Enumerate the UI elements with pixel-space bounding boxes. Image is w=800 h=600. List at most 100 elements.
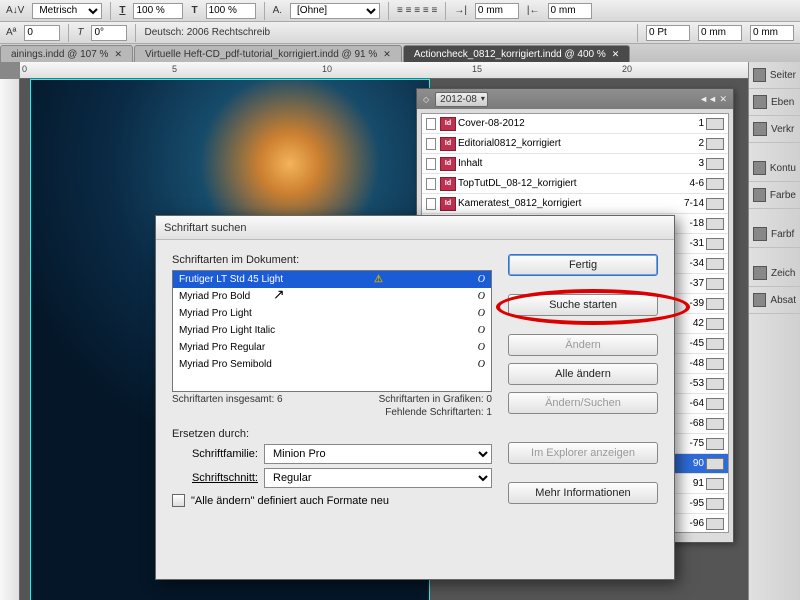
spread-icon bbox=[706, 218, 724, 230]
book-document-row[interactable]: IdInhalt3 bbox=[422, 154, 728, 174]
page-range: 4-6 bbox=[672, 178, 706, 189]
font-row[interactable]: Myriad Pro SemiboldO bbox=[173, 356, 491, 373]
unit-select[interactable]: Metrisch bbox=[32, 3, 102, 19]
spread-icon bbox=[706, 318, 724, 330]
lang-label: Deutsch: 2006 Rechtschreib bbox=[144, 27, 270, 38]
replace-with-label: Ersetzen durch: bbox=[172, 428, 492, 440]
ruler-mark: 10 bbox=[322, 64, 332, 74]
spread-icon bbox=[706, 458, 724, 470]
spread-icon bbox=[706, 378, 724, 390]
spread-icon bbox=[706, 198, 724, 210]
reveal-button[interactable]: Im Explorer anzeigen bbox=[508, 442, 658, 464]
book-document-row[interactable]: IdTopTutDL_08-12_korrigiert4-6 bbox=[422, 174, 728, 194]
redefine-styles-checkbox[interactable] bbox=[172, 494, 185, 507]
font-style-label: Schriftschnitt: bbox=[172, 472, 258, 484]
book-document-row[interactable]: IdCover-08-20121 bbox=[422, 114, 728, 134]
ruler-mark: 0 bbox=[22, 64, 27, 74]
dock-label: Zeich bbox=[771, 268, 795, 279]
font-row[interactable]: Frutiger LT Std 45 Light⚠O bbox=[173, 271, 491, 288]
font-style-select[interactable]: Regular bbox=[264, 468, 492, 488]
book-document-row[interactable]: IdKameratest_0812_korrigiert7-14 bbox=[422, 194, 728, 214]
dock-label: Kontu bbox=[770, 163, 796, 174]
dock-panel-button[interactable]: Verkr bbox=[749, 116, 800, 143]
document-tab[interactable]: Actioncheck_0812_korrigiert.indd @ 400 %… bbox=[403, 45, 630, 63]
redefine-styles-label: "Alle ändern" definiert auch Formate neu bbox=[191, 495, 389, 507]
more-info-button[interactable]: Mehr Informationen bbox=[508, 482, 658, 504]
page-range: 3 bbox=[672, 158, 706, 169]
dock-panel-button[interactable]: Farbf bbox=[749, 221, 800, 248]
spread-icon bbox=[706, 158, 724, 170]
baseline[interactable] bbox=[24, 25, 60, 41]
space-after[interactable] bbox=[750, 25, 794, 41]
opentype-icon: O bbox=[478, 359, 485, 370]
dock-panel-button[interactable]: Eben bbox=[749, 89, 800, 116]
dock-panel-button[interactable]: Seiter bbox=[749, 62, 800, 89]
page-range: -75 bbox=[672, 438, 706, 449]
book-panel-header[interactable]: ◇ 2012-08 ◄◄ ✕ bbox=[417, 89, 733, 109]
font-name: Myriad Pro Bold bbox=[179, 291, 250, 302]
page-range: -64 bbox=[672, 398, 706, 409]
page-range: -18 bbox=[672, 218, 706, 229]
close-icon[interactable]: ✕ bbox=[383, 49, 391, 59]
dock-panel-button[interactable]: Zeich bbox=[749, 260, 800, 287]
page-range: 7-14 bbox=[672, 198, 706, 209]
sync-icon bbox=[426, 138, 436, 150]
font-row[interactable]: Myriad Pro RegularO bbox=[173, 339, 491, 356]
page-range: -96 bbox=[672, 518, 706, 529]
page-range: 42 bbox=[672, 318, 706, 329]
fonts-total-label: Schriftarten insgesamt: 6 bbox=[172, 394, 283, 405]
align-icons[interactable]: ≡ ≡ ≡ ≡ ≡ bbox=[397, 5, 437, 16]
skew[interactable] bbox=[91, 25, 127, 41]
book-title-dropdown[interactable]: 2012-08 bbox=[435, 92, 488, 107]
dock-label: Farbf bbox=[771, 229, 794, 240]
find-font-dialog: Schriftart suchen Schriftarten im Dokume… bbox=[155, 215, 675, 580]
indent-r[interactable] bbox=[548, 3, 592, 19]
font-row[interactable]: Myriad Pro Light ItalicO bbox=[173, 322, 491, 339]
dock-panel-button[interactable]: Absat bbox=[749, 287, 800, 314]
page-range: -68 bbox=[672, 418, 706, 429]
ruler-mark: 15 bbox=[472, 64, 482, 74]
panel-icon bbox=[753, 188, 766, 202]
opentype-icon: O bbox=[478, 274, 485, 285]
indesign-doc-icon: Id bbox=[440, 157, 456, 171]
dialog-titlebar[interactable]: Schriftart suchen bbox=[156, 216, 674, 240]
document-tab[interactable]: Virtuelle Heft-CD_pdf-tutorial_korrigier… bbox=[134, 45, 402, 63]
change-find-button[interactable]: Ändern/Suchen bbox=[508, 392, 658, 414]
done-button[interactable]: Fertig bbox=[508, 254, 658, 276]
dock-panel-button[interactable]: Farbe bbox=[749, 182, 800, 209]
dock-label: Farbe bbox=[770, 190, 796, 201]
font-row[interactable]: Myriad Pro LightO bbox=[173, 305, 491, 322]
fonts-missing-label: Fehlende Schriftarten: 1 bbox=[385, 407, 492, 418]
spread-icon bbox=[706, 498, 724, 510]
space-before[interactable] bbox=[646, 25, 690, 41]
char-style-select[interactable]: [Ohne] bbox=[290, 3, 380, 19]
book-document-row[interactable]: IdEditorial0812_korrigiert2 bbox=[422, 134, 728, 154]
scale-v[interactable] bbox=[206, 3, 256, 19]
font-listbox[interactable]: Frutiger LT Std 45 Light⚠OMyriad Pro Bol… bbox=[172, 270, 492, 392]
close-icon[interactable]: ✕ bbox=[612, 49, 620, 59]
dock-label: Eben bbox=[771, 97, 794, 108]
indent-l[interactable] bbox=[475, 3, 519, 19]
font-name: Myriad Pro Light bbox=[179, 308, 252, 319]
find-button[interactable]: Suche starten bbox=[508, 294, 658, 316]
dock-label: Seiter bbox=[770, 70, 796, 81]
font-family-select[interactable]: Minion Pro bbox=[264, 444, 492, 464]
dock-panel-button[interactable]: Kontu bbox=[749, 155, 800, 182]
font-name: Frutiger LT Std 45 Light bbox=[179, 274, 283, 285]
font-family-label: Schriftfamilie: bbox=[172, 448, 258, 460]
scale-h[interactable] bbox=[133, 3, 183, 19]
doc-name: Inhalt bbox=[458, 158, 672, 169]
change-button[interactable]: Ändern bbox=[508, 334, 658, 356]
close-icon[interactable]: ✕ bbox=[114, 49, 122, 59]
document-tab[interactable]: ainings.indd @ 107 %✕ bbox=[0, 45, 133, 63]
panel-icon bbox=[753, 68, 766, 82]
change-all-button[interactable]: Alle ändern bbox=[508, 363, 658, 385]
indesign-doc-icon: Id bbox=[440, 117, 456, 131]
page-range: 2 bbox=[672, 138, 706, 149]
font-row[interactable]: Myriad Pro BoldO bbox=[173, 288, 491, 305]
indent-first[interactable] bbox=[698, 25, 742, 41]
panel-icon bbox=[753, 266, 767, 280]
av-icon: A↓V bbox=[6, 5, 24, 16]
dock-label: Verkr bbox=[771, 124, 794, 135]
spread-icon bbox=[706, 518, 724, 530]
